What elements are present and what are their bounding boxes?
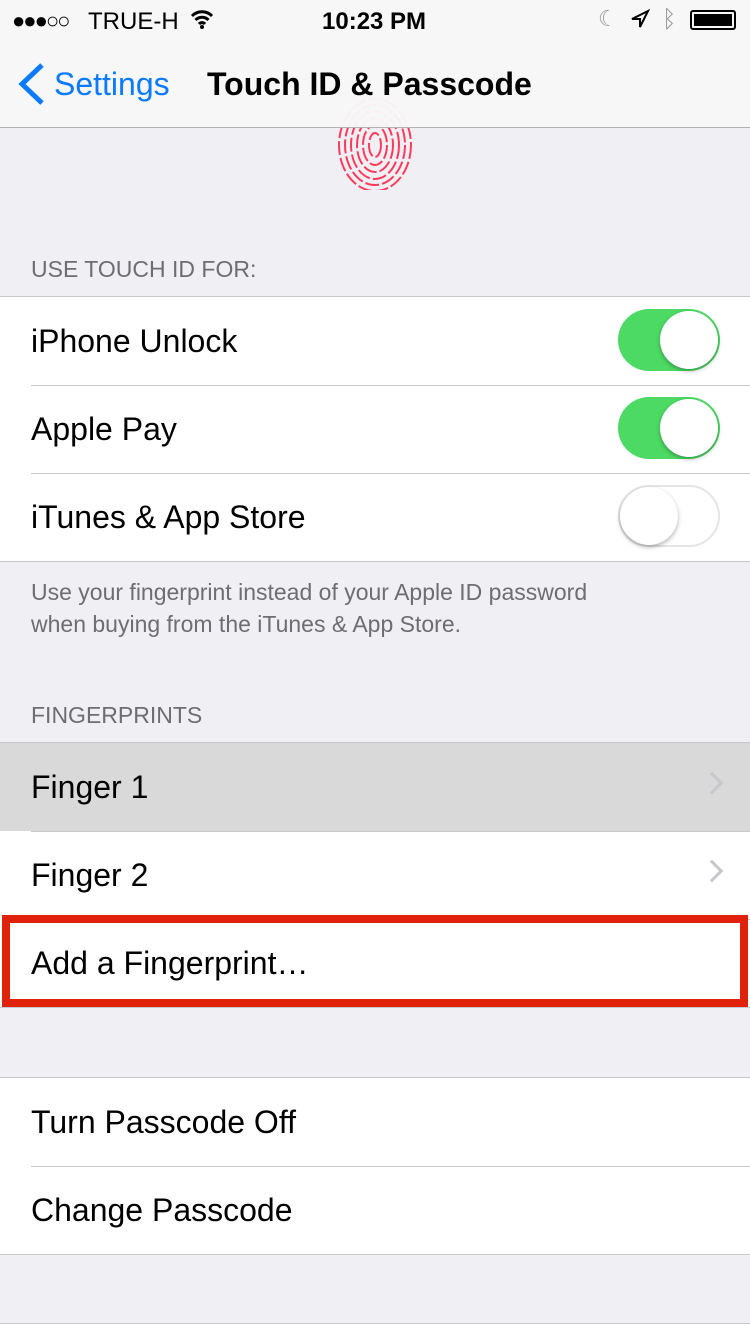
chevron-right-icon: [700, 771, 724, 795]
change-passcode-button[interactable]: Change Passcode: [0, 1166, 750, 1254]
row-label: iPhone Unlock: [31, 322, 238, 359]
highlight-box: [2, 915, 748, 1007]
chevron-left-icon: [18, 63, 44, 105]
fingerprints-section-header: FINGERPRINTS: [31, 702, 203, 728]
carrier-label: TRUE-H: [88, 8, 179, 35]
moon-icon: ☾: [598, 6, 618, 31]
row-label: Change Passcode: [31, 1191, 293, 1228]
row-label: iTunes & App Store: [31, 498, 306, 535]
finger-2-row[interactable]: Finger 2: [0, 831, 750, 919]
clock: 10:23 PM: [322, 8, 427, 35]
itunes-app-store-toggle[interactable]: [618, 485, 720, 547]
passcode-group: Turn Passcode Off Change Passcode: [0, 1077, 750, 1255]
back-label: Settings: [54, 65, 170, 102]
wifi-icon: [190, 10, 214, 29]
apple-pay-toggle[interactable]: [618, 397, 720, 459]
back-button[interactable]: Settings: [16, 62, 170, 106]
battery-icon: [690, 10, 736, 30]
iphone-unlock-row: iPhone Unlock: [0, 297, 750, 385]
touch-id-section-header: USE TOUCH ID FOR:: [31, 256, 257, 282]
chevron-right-icon: [700, 859, 724, 883]
page-title: Touch ID & Passcode: [207, 66, 532, 102]
turn-passcode-off-button[interactable]: Turn Passcode Off: [0, 1078, 750, 1166]
location-icon: [631, 9, 650, 28]
touch-id-footer: Use your fingerprint instead of your App…: [31, 576, 587, 640]
signal-strength-icon: ●●●○○: [12, 8, 70, 33]
itunes-app-store-row: iTunes & App Store: [0, 473, 750, 561]
iphone-unlock-toggle[interactable]: [618, 309, 720, 371]
footer-line: Use your fingerprint instead of your App…: [31, 579, 588, 605]
next-group-edge: [0, 1323, 750, 1334]
row-label: Turn Passcode Off: [31, 1103, 297, 1140]
footer-line: when buying from the iTunes & App Store.: [31, 611, 462, 637]
apple-pay-row: Apple Pay: [0, 385, 750, 473]
row-label: Finger 2: [31, 856, 149, 893]
row-label: Apple Pay: [31, 410, 177, 447]
row-label: Finger 1: [31, 768, 149, 805]
bluetooth-icon: ᛒ: [662, 6, 677, 33]
finger-1-row[interactable]: Finger 1: [0, 743, 750, 831]
touch-id-group: iPhone Unlock Apple Pay iTunes & App Sto…: [0, 296, 750, 562]
status-bar: ●●●○○ TRUE-H 10:23 PM ☾ ᛒ: [0, 0, 750, 40]
navigation-bar: Settings Touch ID & Passcode: [0, 40, 750, 128]
